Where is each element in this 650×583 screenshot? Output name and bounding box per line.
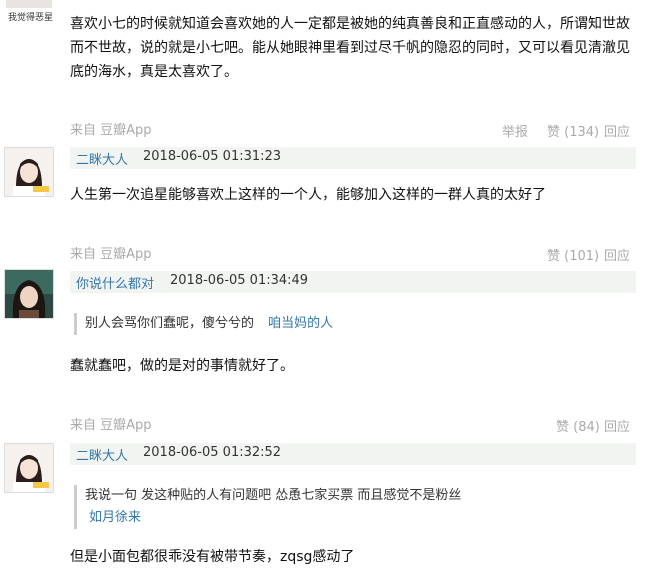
reply-button[interactable]: 回应 bbox=[604, 121, 630, 140]
like-button[interactable]: 赞 (101) bbox=[547, 245, 599, 264]
comment-text: 人生第一次追星能够喜欢上这样的一个人，能够加入这样的一群人真的太好了 bbox=[70, 187, 546, 203]
comment-source: 来自 豆瓣App bbox=[70, 418, 152, 433]
quoted-text: 我说一句 发这种贴的人有问题吧 怂恿七家买票 而且感觉不是粉丝 bbox=[85, 488, 462, 503]
username-link[interactable]: 你说什么都对 bbox=[76, 273, 154, 292]
avatar[interactable] bbox=[4, 269, 54, 319]
like-button[interactable]: 赞 (84) bbox=[556, 416, 600, 435]
report-button[interactable]: 举报 bbox=[502, 121, 528, 140]
quoted-author-link[interactable]: 如月徐来 bbox=[89, 507, 545, 529]
quoted-reply: 我说一句 发这种贴的人有问题吧 怂恿七家买票 而且感觉不是粉丝 如月徐来 bbox=[74, 485, 545, 529]
comment-header-bar bbox=[70, 271, 636, 293]
reply-button[interactable]: 回应 bbox=[604, 416, 630, 435]
comment-source: 来自 豆瓣App bbox=[70, 247, 152, 262]
top-avatar-partial[interactable] bbox=[6, 0, 52, 8]
comment-timestamp: 2018-06-05 01:34:49 bbox=[170, 273, 309, 288]
avatar[interactable] bbox=[4, 443, 54, 493]
quoted-reply: 别人会骂你们蠢呢，傻兮兮的 咱当妈的人 bbox=[74, 313, 625, 335]
username-link[interactable]: 二眯大人 bbox=[76, 445, 128, 464]
reply-button[interactable]: 回应 bbox=[604, 245, 630, 264]
comment-text: 蠢就蠢吧，做的是对的事情就好了。 bbox=[70, 358, 294, 374]
username-link[interactable]: 二眯大人 bbox=[76, 149, 128, 168]
comment-text: 喜欢小七的时候就知道会喜欢她的人一定都是被她的纯真善良和正直感动的人，所谓知世故… bbox=[70, 16, 630, 80]
avatar[interactable] bbox=[4, 147, 54, 197]
top-avatar-caption: 我觉得恶星 bbox=[8, 13, 54, 23]
comment-source: 来自 豆瓣App bbox=[70, 123, 152, 138]
comment-text: 但是小面包都很乖没有被带节奏，zqsg感动了 bbox=[70, 549, 355, 565]
comment-timestamp: 2018-06-05 01:31:23 bbox=[143, 149, 282, 164]
quoted-author-link[interactable]: 咱当妈的人 bbox=[268, 316, 333, 331]
quoted-text: 别人会骂你们蠢呢，傻兮兮的 bbox=[85, 316, 255, 331]
like-button[interactable]: 赞 (134) bbox=[547, 121, 599, 140]
comment-timestamp: 2018-06-05 01:32:52 bbox=[143, 445, 282, 460]
